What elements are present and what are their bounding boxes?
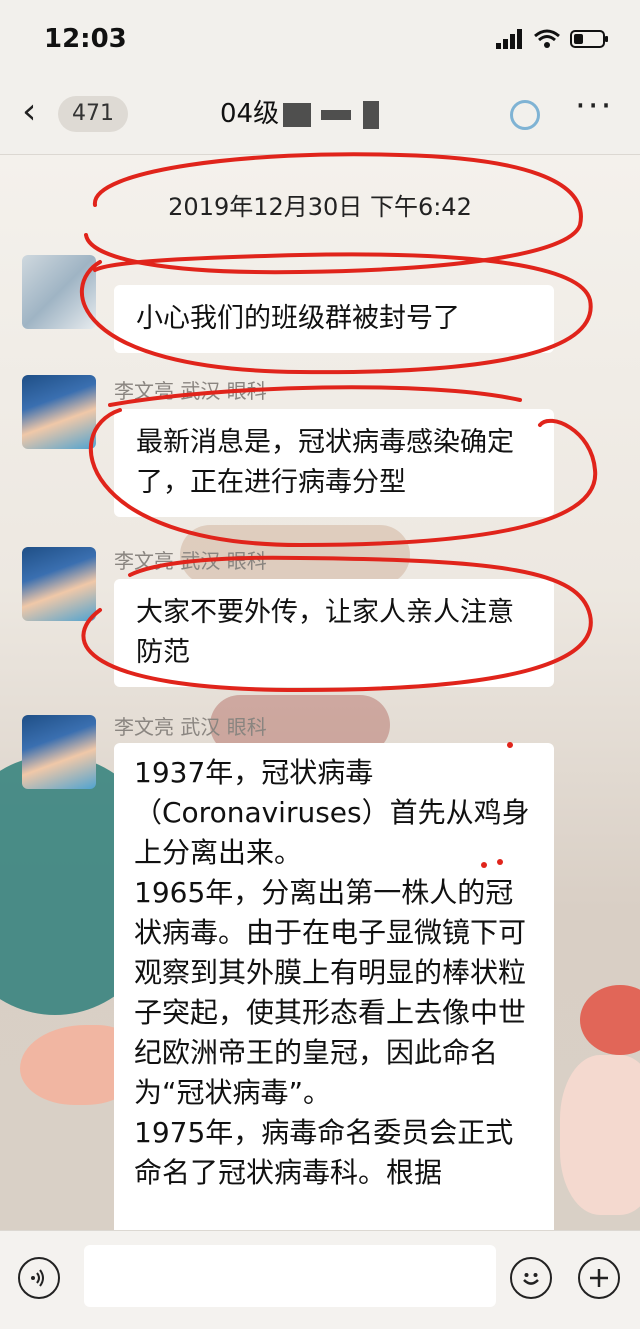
signal-icon: [496, 29, 522, 49]
avatar[interactable]: [22, 375, 96, 449]
redacted-block: [363, 100, 380, 129]
background-flower-decoration: [580, 985, 640, 1055]
redacted-block: [283, 102, 312, 127]
unread-count-badge[interactable]: 471: [58, 96, 128, 132]
redacted-block: [321, 109, 352, 120]
status-icons: [496, 28, 610, 50]
battery-icon: [570, 30, 608, 48]
avatar[interactable]: [22, 255, 96, 329]
background-flower-decoration: [560, 1055, 640, 1215]
message-input-bar: [0, 1230, 640, 1329]
emoji-icon[interactable]: [510, 1257, 552, 1299]
chat-title-text: 04级: [220, 99, 280, 129]
avatar[interactable]: [22, 715, 96, 789]
plus-icon[interactable]: [578, 1257, 620, 1299]
back-chevron-icon[interactable]: ‹: [22, 92, 36, 132]
message-bubble[interactable]: 最新消息是，冠状病毒感染确定了，正在进行病毒分型: [114, 409, 554, 517]
voice-icon[interactable]: [18, 1257, 60, 1299]
chat-header: ‹ 471 04级 ···: [0, 72, 640, 155]
chat-area[interactable]: 2019年12月30日 下午6:42 小心我们的班级群被封号了 李文亮 武汉 眼…: [0, 155, 640, 1230]
message-bubble[interactable]: 大家不要外传，让家人亲人注意防范: [114, 579, 554, 687]
sender-name: 李文亮 武汉 眼科: [114, 379, 267, 403]
message-input[interactable]: [84, 1245, 496, 1307]
message-bubble[interactable]: 小心我们的班级群被封号了: [114, 285, 554, 353]
message-timestamp: 2019年12月30日 下午6:42: [168, 193, 472, 221]
chat-title: 04级: [220, 96, 380, 132]
status-time: 12:03: [44, 24, 127, 54]
wifi-icon: [534, 29, 560, 48]
status-bar: 12:03: [0, 0, 640, 72]
loading-spinner-icon: [510, 100, 540, 130]
sender-name: 李文亮 武汉 眼科: [114, 549, 267, 573]
message-bubble[interactable]: 1937年，冠状病毒（Coronaviruses）首先从鸡身上分离出来。 196…: [114, 743, 554, 1230]
sender-name: 李文亮 武汉 眼科: [114, 715, 267, 739]
more-options-icon[interactable]: ···: [575, 86, 613, 126]
avatar[interactable]: [22, 547, 96, 621]
